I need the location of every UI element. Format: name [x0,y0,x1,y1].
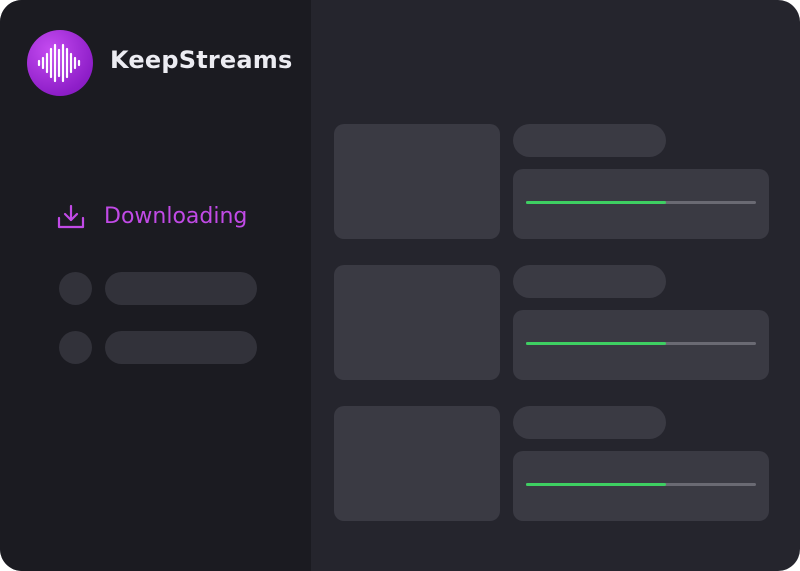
sidebar-item-label-placeholder [105,272,257,305]
progress-track [526,342,756,345]
soundwave-icon [37,43,81,83]
download-progress-card [513,310,769,380]
progress-fill [526,483,667,486]
app-window: KeepStreams Downloading [0,0,800,571]
download-progress-card [513,169,769,239]
download-icon [57,204,85,229]
sidebar-item-label-placeholder [105,331,257,364]
sidebar-item-icon-placeholder [59,331,92,364]
progress-track [526,201,756,204]
progress-track [526,483,756,486]
sidebar: KeepStreams Downloading [0,0,311,571]
sidebar-item-downloading[interactable]: Downloading [52,200,292,236]
video-thumbnail[interactable] [334,124,500,239]
video-thumbnail[interactable] [334,406,500,521]
app-name: KeepStreams [110,46,293,74]
sidebar-item-label: Downloading [104,204,248,229]
video-thumbnail[interactable] [334,265,500,380]
video-title-placeholder [513,124,666,157]
sidebar-item-icon-placeholder [59,272,92,305]
video-title-placeholder [513,265,666,298]
progress-fill [526,201,667,204]
video-title-placeholder [513,406,666,439]
app-logo [27,30,93,96]
download-progress-card [513,451,769,521]
progress-fill [526,342,667,345]
